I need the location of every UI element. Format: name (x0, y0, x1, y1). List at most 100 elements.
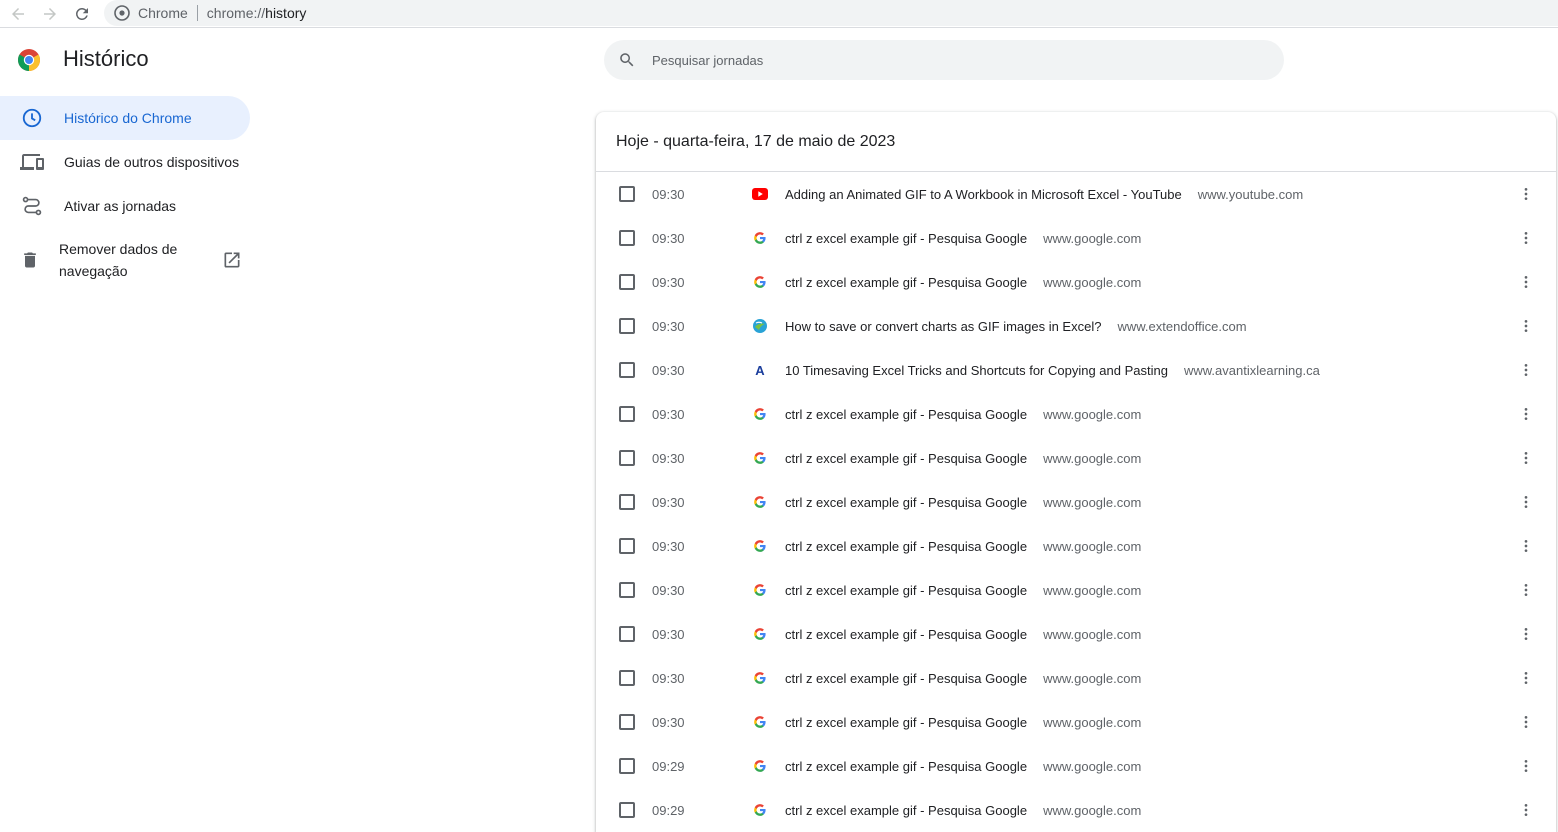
row-checkbox[interactable] (619, 274, 635, 290)
history-row[interactable]: 09:30 Adding an Animated GIF to A Workbo… (596, 172, 1556, 216)
row-domain: www.google.com (1043, 494, 1142, 510)
sidebar-item-other-devices[interactable]: Guias de outros dispositivos (0, 140, 250, 184)
youtube-favicon-icon (752, 186, 768, 202)
more-actions-button[interactable] (1514, 622, 1538, 646)
row-link[interactable]: ctrl z excel example gif - Pesquisa Goog… (785, 275, 1141, 290)
row-title: How to save or convert charts as GIF ima… (785, 318, 1102, 334)
row-time: 09:30 (652, 406, 685, 422)
row-checkbox[interactable] (619, 406, 635, 422)
label-line-1: Remover dados de (59, 241, 178, 257)
row-domain: www.youtube.com (1197, 186, 1304, 202)
more-actions-button[interactable] (1514, 226, 1538, 250)
search-icon (618, 51, 636, 69)
row-checkbox[interactable] (619, 758, 635, 774)
more-actions-button[interactable] (1514, 182, 1538, 206)
more-actions-button[interactable] (1514, 358, 1538, 382)
row-link[interactable]: ctrl z excel example gif - Pesquisa Goog… (785, 495, 1141, 510)
history-row[interactable]: 09:30 ctrl z excel example gif - Pesquis… (596, 480, 1556, 524)
extendoffice-favicon-icon (752, 318, 768, 334)
row-checkbox[interactable] (619, 626, 635, 642)
clock-icon (20, 106, 44, 130)
journeys-icon (20, 194, 44, 218)
history-row[interactable]: 09:30 ctrl z excel example gif - Pesquis… (596, 612, 1556, 656)
row-time: 09:30 (652, 714, 685, 730)
more-actions-button[interactable] (1514, 534, 1538, 558)
row-checkbox[interactable] (619, 538, 635, 554)
address-bar[interactable]: Chrome chrome://history (104, 0, 1558, 26)
row-link[interactable]: ctrl z excel example gif - Pesquisa Goog… (785, 759, 1141, 774)
row-time: 09:30 (652, 670, 685, 686)
history-row[interactable]: 09:30 ctrl z excel example gif - Pesquis… (596, 700, 1556, 744)
chrome-site-icon (114, 5, 130, 21)
forward-button[interactable] (38, 2, 62, 26)
row-domain: www.extendoffice.com (1117, 318, 1247, 334)
row-checkbox[interactable] (619, 318, 635, 334)
row-checkbox[interactable] (619, 494, 635, 510)
row-checkbox[interactable] (619, 362, 635, 378)
row-link[interactable]: Adding an Animated GIF to A Workbook in … (785, 187, 1303, 202)
more-actions-button[interactable] (1514, 754, 1538, 778)
row-checkbox[interactable] (619, 582, 635, 598)
more-vert-icon (1524, 760, 1528, 772)
arrow-right-icon (44, 8, 56, 20)
row-link[interactable]: ctrl z excel example gif - Pesquisa Goog… (785, 583, 1141, 598)
history-row[interactable]: 09:30 ctrl z excel example gif - Pesquis… (596, 568, 1556, 612)
row-checkbox[interactable] (619, 802, 635, 818)
history-row[interactable]: 09:30 ctrl z excel example gif - Pesquis… (596, 656, 1556, 700)
history-row[interactable]: 09:30 How to save or convert charts as G… (596, 304, 1556, 348)
history-row[interactable]: 09:30 A 10 Timesaving Excel Tricks and S… (596, 348, 1556, 392)
row-link[interactable]: 10 Timesaving Excel Tricks and Shortcuts… (785, 363, 1320, 378)
page-title: Histórico (63, 46, 149, 71)
row-checkbox[interactable] (619, 714, 635, 730)
row-title: ctrl z excel example gif - Pesquisa Goog… (785, 802, 1028, 818)
more-actions-button[interactable] (1514, 314, 1538, 338)
row-title: ctrl z excel example gif - Pesquisa Goog… (785, 538, 1028, 554)
more-actions-button[interactable] (1514, 666, 1538, 690)
row-link[interactable]: ctrl z excel example gif - Pesquisa Goog… (785, 231, 1141, 246)
sidebar-item-chrome-history[interactable]: Histórico do Chrome (0, 96, 250, 140)
url-text: chrome://history (207, 5, 307, 21)
history-row[interactable]: 09:30 ctrl z excel example gif - Pesquis… (596, 524, 1556, 568)
row-checkbox[interactable] (619, 230, 635, 246)
more-vert-icon (1524, 628, 1528, 640)
back-button[interactable] (6, 2, 30, 26)
row-link[interactable]: ctrl z excel example gif - Pesquisa Goog… (785, 803, 1141, 818)
row-link[interactable]: ctrl z excel example gif - Pesquisa Goog… (785, 539, 1141, 554)
row-title: ctrl z excel example gif - Pesquisa Goog… (785, 714, 1028, 730)
history-row[interactable]: 09:30 ctrl z excel example gif - Pesquis… (596, 260, 1556, 304)
site-name: Chrome (138, 5, 188, 21)
row-link[interactable]: ctrl z excel example gif - Pesquisa Goog… (785, 407, 1141, 422)
history-row[interactable]: 09:30 ctrl z excel example gif - Pesquis… (596, 436, 1556, 480)
history-row[interactable]: 09:29 ctrl z excel example gif - Pesquis… (596, 744, 1556, 788)
row-title: ctrl z excel example gif - Pesquisa Goog… (785, 406, 1028, 422)
row-link[interactable]: ctrl z excel example gif - Pesquisa Goog… (785, 715, 1141, 730)
svg-text:A: A (755, 363, 765, 377)
row-link[interactable]: ctrl z excel example gif - Pesquisa Goog… (785, 671, 1141, 686)
more-actions-button[interactable] (1514, 710, 1538, 734)
search-bar[interactable] (604, 40, 1284, 80)
more-actions-button[interactable] (1514, 270, 1538, 294)
row-time: 09:30 (652, 450, 685, 466)
more-actions-button[interactable] (1514, 578, 1538, 602)
history-row[interactable]: 09:30 ctrl z excel example gif - Pesquis… (596, 392, 1556, 436)
search-input[interactable] (650, 51, 1254, 69)
row-link[interactable]: ctrl z excel example gif - Pesquisa Goog… (785, 627, 1141, 642)
reload-button[interactable] (70, 2, 94, 26)
avantix-favicon-icon: A (752, 362, 768, 378)
more-actions-button[interactable] (1514, 446, 1538, 470)
sidebar-item-clear-browsing-data[interactable]: Remover dados de navegação (0, 236, 260, 284)
more-actions-button[interactable] (1514, 402, 1538, 426)
history-row[interactable]: 09:30 ctrl z excel example gif - Pesquis… (596, 216, 1556, 260)
row-link[interactable]: How to save or convert charts as GIF ima… (785, 319, 1247, 334)
more-actions-button[interactable] (1514, 798, 1538, 822)
history-row[interactable]: 09:29 ctrl z excel example gif - Pesquis… (596, 788, 1556, 832)
sidebar-item-journeys[interactable]: Ativar as jornadas (0, 184, 250, 228)
row-domain: www.google.com (1043, 758, 1142, 774)
row-checkbox[interactable] (619, 186, 635, 202)
row-time: 09:30 (652, 626, 685, 642)
row-link[interactable]: ctrl z excel example gif - Pesquisa Goog… (785, 451, 1141, 466)
row-title: ctrl z excel example gif - Pesquisa Goog… (785, 450, 1028, 466)
more-actions-button[interactable] (1514, 490, 1538, 514)
row-checkbox[interactable] (619, 670, 635, 686)
row-checkbox[interactable] (619, 450, 635, 466)
